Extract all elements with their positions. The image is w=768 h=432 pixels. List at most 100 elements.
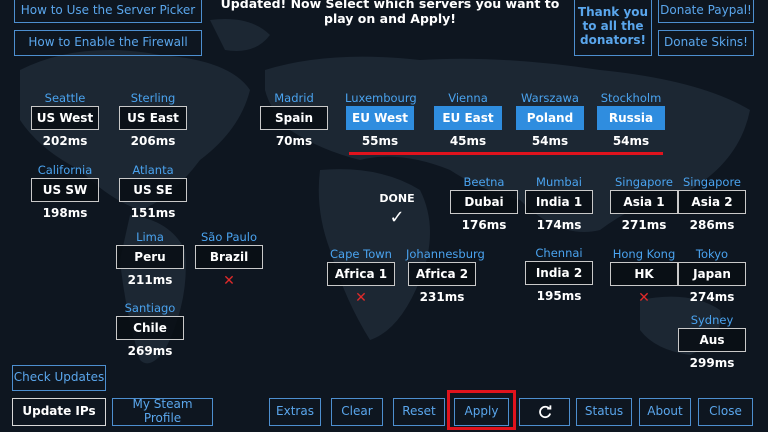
- city-label: Stockholm: [600, 91, 662, 105]
- my-steam-profile-button[interactable]: My Steam Profile: [112, 397, 213, 426]
- server-button-japan[interactable]: Japan: [678, 262, 746, 286]
- server-button-spain[interactable]: Spain: [260, 106, 328, 130]
- server-button-chile[interactable]: Chile: [116, 316, 184, 340]
- server-button-eu-east[interactable]: EU East: [434, 106, 502, 130]
- city-label: Beetna: [463, 175, 505, 189]
- ping-value: 202ms: [42, 134, 88, 148]
- city-label: Santiago: [124, 301, 176, 315]
- ping-value: 274ms: [689, 290, 735, 304]
- ping-value: 269ms: [127, 344, 173, 358]
- city-label: Mumbai: [536, 175, 582, 189]
- ping-value: 198ms: [42, 206, 88, 220]
- apply-highlight-frame: [447, 390, 516, 430]
- server-button-brazil[interactable]: Brazil: [195, 245, 263, 269]
- city-label: Vienna: [448, 91, 488, 105]
- status-done: DONE ✓: [372, 192, 422, 228]
- donate-skins-button[interactable]: Donate Skins!: [658, 30, 754, 56]
- done-label: DONE: [379, 192, 415, 205]
- ping-value: 231ms: [419, 290, 465, 304]
- unreachable-icon: ✕: [355, 290, 367, 306]
- ping-value: 211ms: [127, 273, 173, 287]
- server-cape-town: Cape Town Africa 1 ✕: [326, 247, 396, 306]
- clear-button[interactable]: Clear: [331, 398, 383, 426]
- city-label: Warszawa: [521, 91, 579, 105]
- refresh-icon: [538, 405, 551, 419]
- server-stockholm: Stockholm Russia 54ms: [596, 91, 666, 149]
- city-label: São Paulo: [200, 230, 258, 244]
- server-button-hk[interactable]: HK: [610, 262, 678, 286]
- server-button-africa-1[interactable]: Africa 1: [327, 262, 395, 286]
- server-tokyo: Tokyo Japan 274ms: [677, 247, 747, 305]
- selection-highlight-line: [349, 152, 663, 155]
- check-icon: ✓: [389, 207, 405, 228]
- ping-value: 195ms: [536, 289, 582, 303]
- ping-value: 151ms: [130, 206, 176, 220]
- city-label: Hong Kong: [612, 247, 676, 261]
- server-button-india-2[interactable]: India 2: [525, 261, 593, 285]
- server-button-eu-west[interactable]: EU West: [346, 106, 414, 130]
- server-button-aus[interactable]: Aus: [678, 328, 746, 352]
- city-label: Seattle: [44, 91, 86, 105]
- reset-button[interactable]: Reset: [393, 398, 445, 426]
- ping-value: 54ms: [531, 134, 569, 148]
- how-to-enable-firewall-button[interactable]: How to Enable the Firewall: [14, 30, 202, 56]
- check-updates-button[interactable]: Check Updates: [12, 365, 106, 391]
- server-button-us-east[interactable]: US East: [119, 106, 187, 130]
- page-title: Updated! Now Select which servers you wa…: [220, 0, 560, 26]
- unreachable-icon: ✕: [223, 273, 235, 289]
- ping-value: 299ms: [689, 356, 735, 370]
- server-seattle: Seattle US West 202ms: [30, 91, 100, 149]
- close-button[interactable]: Close: [698, 398, 753, 426]
- server-sao-paulo: São Paulo Brazil ✕: [194, 230, 264, 289]
- server-button-poland[interactable]: Poland: [516, 106, 584, 130]
- city-label: Luxembourg: [345, 91, 417, 105]
- status-button[interactable]: Status: [576, 398, 632, 426]
- update-ips-button[interactable]: Update IPs: [12, 398, 106, 426]
- server-button-us-west[interactable]: US West: [31, 106, 99, 130]
- ping-value: 271ms: [621, 218, 667, 232]
- thank-you-donators-button[interactable]: Thank you to all the donators!: [574, 0, 652, 56]
- about-button[interactable]: About: [639, 398, 691, 426]
- server-chennai: Chennai India 2 195ms: [524, 246, 594, 304]
- server-button-india-1[interactable]: India 1: [525, 190, 593, 214]
- server-vienna: Vienna EU East 45ms: [433, 91, 503, 149]
- city-label: Sydney: [690, 313, 734, 327]
- server-button-asia-2[interactable]: Asia 2: [678, 190, 746, 214]
- donate-paypal-button[interactable]: Donate Paypal!: [658, 0, 754, 23]
- server-button-asia-1[interactable]: Asia 1: [610, 190, 678, 214]
- city-label: Atlanta: [132, 163, 174, 177]
- how-to-use-server-picker-button[interactable]: How to Use the Server Picker: [14, 0, 202, 23]
- ping-value: 174ms: [536, 218, 582, 232]
- city-label: Sterling: [130, 91, 176, 105]
- ping-value: 70ms: [275, 134, 313, 148]
- server-singapore-1: Singapore Asia 1 271ms: [609, 175, 679, 233]
- server-beetna: Beetna Dubai 176ms: [449, 175, 519, 233]
- ping-value: 55ms: [361, 134, 399, 148]
- server-singapore-2: Singapore Asia 2 286ms: [677, 175, 747, 233]
- server-button-dubai[interactable]: Dubai: [450, 190, 518, 214]
- server-button-peru[interactable]: Peru: [116, 245, 184, 269]
- extras-button[interactable]: Extras: [269, 398, 321, 426]
- server-santiago: Santiago Chile 269ms: [115, 301, 185, 359]
- ping-value: 286ms: [689, 218, 735, 232]
- server-button-us-se[interactable]: US SE: [119, 178, 187, 202]
- server-sydney: Sydney Aus 299ms: [677, 313, 747, 371]
- city-label: Tokyo: [695, 247, 729, 261]
- city-label: Singapore: [614, 175, 674, 189]
- server-button-us-sw[interactable]: US SW: [31, 178, 99, 202]
- server-lima: Lima Peru 211ms: [115, 230, 185, 288]
- server-sterling: Sterling US East 206ms: [118, 91, 188, 149]
- server-johannesburg: Johannesburg Africa 2 231ms: [406, 247, 485, 305]
- city-label: Madrid: [274, 91, 314, 105]
- city-label: Johannesburg: [406, 247, 485, 261]
- city-label: California: [37, 163, 93, 177]
- refresh-button[interactable]: [519, 398, 570, 426]
- server-madrid: Madrid Spain 70ms: [259, 91, 329, 149]
- city-label: Singapore: [682, 175, 742, 189]
- server-button-russia[interactable]: Russia: [597, 106, 665, 130]
- server-button-africa-2[interactable]: Africa 2: [408, 262, 476, 286]
- server-mumbai: Mumbai India 1 174ms: [524, 175, 594, 233]
- server-atlanta: Atlanta US SE 151ms: [118, 163, 188, 221]
- ping-value: 176ms: [461, 218, 507, 232]
- server-luxembourg: Luxembourg EU West 55ms: [345, 91, 417, 149]
